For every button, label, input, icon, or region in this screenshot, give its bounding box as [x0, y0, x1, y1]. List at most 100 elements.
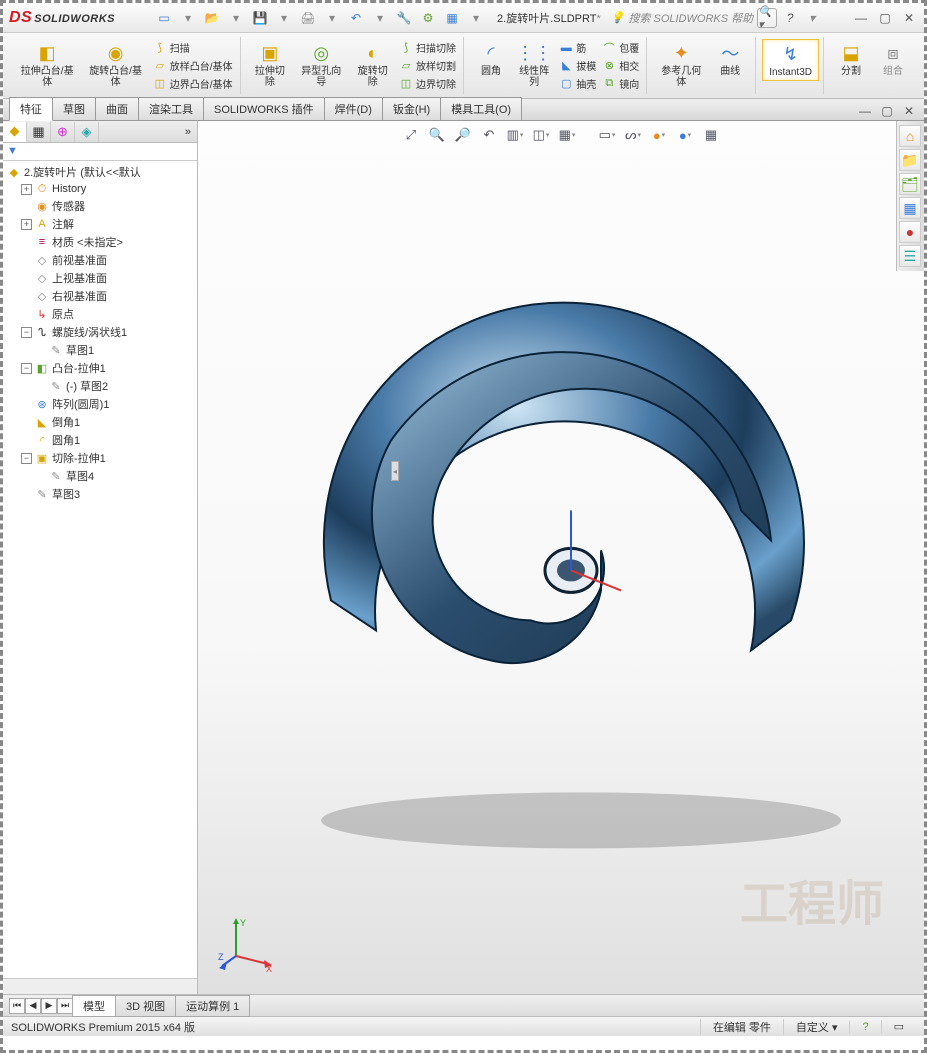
apply-scene-icon[interactable]: ●▾	[649, 125, 669, 145]
loft-boss-button[interactable]: ▱放样凸台/基体	[150, 57, 236, 74]
boundary-cut-button[interactable]: ◫边界切除	[396, 75, 459, 92]
tree-helix[interactable]: −ᔐ螺旋线/涡状线1	[5, 323, 195, 341]
tab-moldtools[interactable]: 模具工具(O)	[440, 97, 522, 120]
sweep-button[interactable]: ⟆扫描	[150, 39, 236, 56]
shell-button[interactable]: ▢抽壳	[556, 75, 599, 92]
tree-origin[interactable]: ↳原点	[5, 305, 195, 323]
status-custom[interactable]: 自定义 ▾	[783, 1019, 850, 1035]
tab-first-icon[interactable]: ⏮	[9, 998, 25, 1014]
tree-boss-extrude[interactable]: −◧凸台-拉伸1	[5, 359, 195, 377]
view-settings-icon[interactable]: ●▾	[675, 125, 695, 145]
manager-more-icon[interactable]: »	[179, 126, 197, 138]
tree-sketch1[interactable]: ✎草图1	[5, 341, 195, 359]
tree-sketch3[interactable]: ✎草图3	[5, 485, 195, 503]
fillet-button[interactable]: ◜圆角	[470, 39, 512, 92]
tab-weldments[interactable]: 焊件(D)	[324, 97, 383, 120]
tab-model[interactable]: 模型	[72, 995, 116, 1017]
intersect-button[interactable]: ⊗相交	[599, 57, 642, 74]
search-button[interactable]: 🔍▾	[757, 8, 777, 28]
render-icon[interactable]: ▦	[701, 125, 721, 145]
options-icon[interactable]: ⚙	[419, 9, 437, 27]
help-search[interactable]: 💡 搜索 SOLIDWORKS 帮助 🔍▾ ?▾	[611, 8, 821, 28]
doc-restore-icon[interactable]: ▢	[878, 102, 896, 120]
tab-motion[interactable]: 运动算例 1	[175, 995, 250, 1017]
loft-cut-button[interactable]: ▱放样切割	[396, 57, 459, 74]
maximize-icon[interactable]: ▢	[876, 9, 894, 27]
instant3d-button[interactable]: ↯Instant3D	[762, 39, 819, 81]
tree-front-plane[interactable]: ◇前视基准面	[5, 251, 195, 269]
doc-close-icon[interactable]: ✕	[900, 102, 918, 120]
dropdown-icon[interactable]: ▾	[371, 9, 389, 27]
help-icon[interactable]: ?	[781, 9, 799, 27]
status-unit-icon[interactable]: ▭	[881, 1020, 916, 1033]
rib-button[interactable]: ▬筋	[556, 39, 599, 56]
feature-tree-tab[interactable]: ◆	[3, 122, 27, 142]
tab-sketch[interactable]: 草图	[52, 97, 96, 120]
extrude-cut-button[interactable]: ▣拉伸切除	[247, 39, 294, 92]
close-icon[interactable]: ✕	[900, 9, 918, 27]
filter-bar[interactable]: ▼	[3, 143, 197, 161]
open-icon[interactable]: 📂	[203, 9, 221, 27]
orientation-triad[interactable]: Y X Z	[218, 914, 278, 974]
tree-fillet[interactable]: ◜圆角1	[5, 431, 195, 449]
view-palette-icon[interactable]: ▦	[899, 197, 921, 219]
print-icon[interactable]: 🖨	[299, 9, 317, 27]
tab-sheetmetal[interactable]: 钣金(H)	[382, 97, 441, 120]
display-style-icon[interactable]: ▦▾	[557, 125, 577, 145]
dropdown-icon[interactable]: ▾	[803, 9, 821, 27]
doc-minimize-icon[interactable]: —	[856, 102, 874, 120]
tree-circ-pattern[interactable]: ⊛阵列(圆周)1	[5, 395, 195, 413]
tree-history[interactable]: +⏱History	[5, 181, 195, 197]
graphics-viewport[interactable]: ⤢ 🔍 🔎 ↶ ▥▾ ◫▾ ▦▾ ▭▾ ᔕ▾ ●▾ ●▾ ▦	[198, 121, 924, 994]
previous-view-icon[interactable]: ↶	[479, 125, 499, 145]
linear-pattern-button[interactable]: ⋮⋮线性阵列	[512, 39, 556, 92]
custom-props-icon[interactable]: ☰	[899, 245, 921, 267]
file-explorer-icon[interactable]: 🗂	[899, 173, 921, 195]
ref-geom-button[interactable]: ✦参考几何体	[653, 39, 709, 90]
section-view-icon[interactable]: ▥▾	[505, 125, 525, 145]
dropdown-icon[interactable]: ▾	[467, 9, 485, 27]
rebuild-icon[interactable]: 🔧	[395, 9, 413, 27]
hide-show-icon[interactable]: ▭▾	[597, 125, 617, 145]
zoom-fit-icon[interactable]: ⤢	[401, 125, 421, 145]
tab-features[interactable]: 特征	[9, 97, 53, 121]
tree-sketch2[interactable]: ✎(-) 草图2	[5, 377, 195, 395]
new-icon[interactable]: ▭	[155, 9, 173, 27]
zoom-in-out-icon[interactable]: 🔎	[453, 125, 473, 145]
minimize-icon[interactable]: —	[852, 9, 870, 27]
tree-chamfer[interactable]: ◣倒角1	[5, 413, 195, 431]
undo-icon[interactable]: ↶	[347, 9, 365, 27]
sweep-cut-button[interactable]: ⟆扫描切除	[396, 39, 459, 56]
tab-surface[interactable]: 曲面	[95, 97, 139, 120]
tree-annotations[interactable]: +A注解	[5, 215, 195, 233]
dimxpert-tab[interactable]: ◈	[75, 122, 99, 142]
tab-render[interactable]: 渲染工具	[138, 97, 204, 120]
appearances-icon[interactable]: ●	[899, 221, 921, 243]
curves-button[interactable]: 〜曲线	[709, 39, 751, 90]
tab-next-icon[interactable]: ▶	[41, 998, 57, 1014]
extrude-boss-button[interactable]: ◧拉伸凸台/基体	[13, 39, 81, 92]
config-tab[interactable]: ⊕	[51, 122, 75, 142]
dropdown-icon[interactable]: ▾	[179, 9, 197, 27]
splitter-handle[interactable]: ◂	[391, 461, 399, 481]
tab-prev-icon[interactable]: ◀	[25, 998, 41, 1014]
split-button[interactable]: ⬓分割	[830, 39, 872, 79]
tree-root[interactable]: ◆2.旋转叶片 (默认<<默认	[5, 163, 195, 181]
status-rebuild-icon[interactable]: ?	[849, 1021, 880, 1033]
tree-top-plane[interactable]: ◇上视基准面	[5, 269, 195, 287]
wrap-button[interactable]: ⌒包覆	[599, 39, 642, 56]
tree-sketch4[interactable]: ✎草图4	[5, 467, 195, 485]
dropdown-icon[interactable]: ▾	[275, 9, 293, 27]
revolve-cut-button[interactable]: ◐旋转切除	[349, 39, 396, 92]
tree-sensors[interactable]: ◉传感器	[5, 197, 195, 215]
tab-addins[interactable]: SOLIDWORKS 插件	[203, 97, 325, 120]
zoom-area-icon[interactable]: 🔍	[427, 125, 447, 145]
tree-cut-extrude[interactable]: −▣切除-拉伸1	[5, 449, 195, 467]
dropdown-icon[interactable]: ▾	[227, 9, 245, 27]
view-orientation-icon[interactable]: ◫▾	[531, 125, 551, 145]
resources-icon[interactable]: ⌂	[899, 125, 921, 147]
tree-right-plane[interactable]: ◇右视基准面	[5, 287, 195, 305]
design-library-icon[interactable]: 📁	[899, 149, 921, 171]
hole-wizard-button[interactable]: ◎异型孔向导	[293, 39, 349, 92]
tree-material[interactable]: ≡材质 <未指定>	[5, 233, 195, 251]
